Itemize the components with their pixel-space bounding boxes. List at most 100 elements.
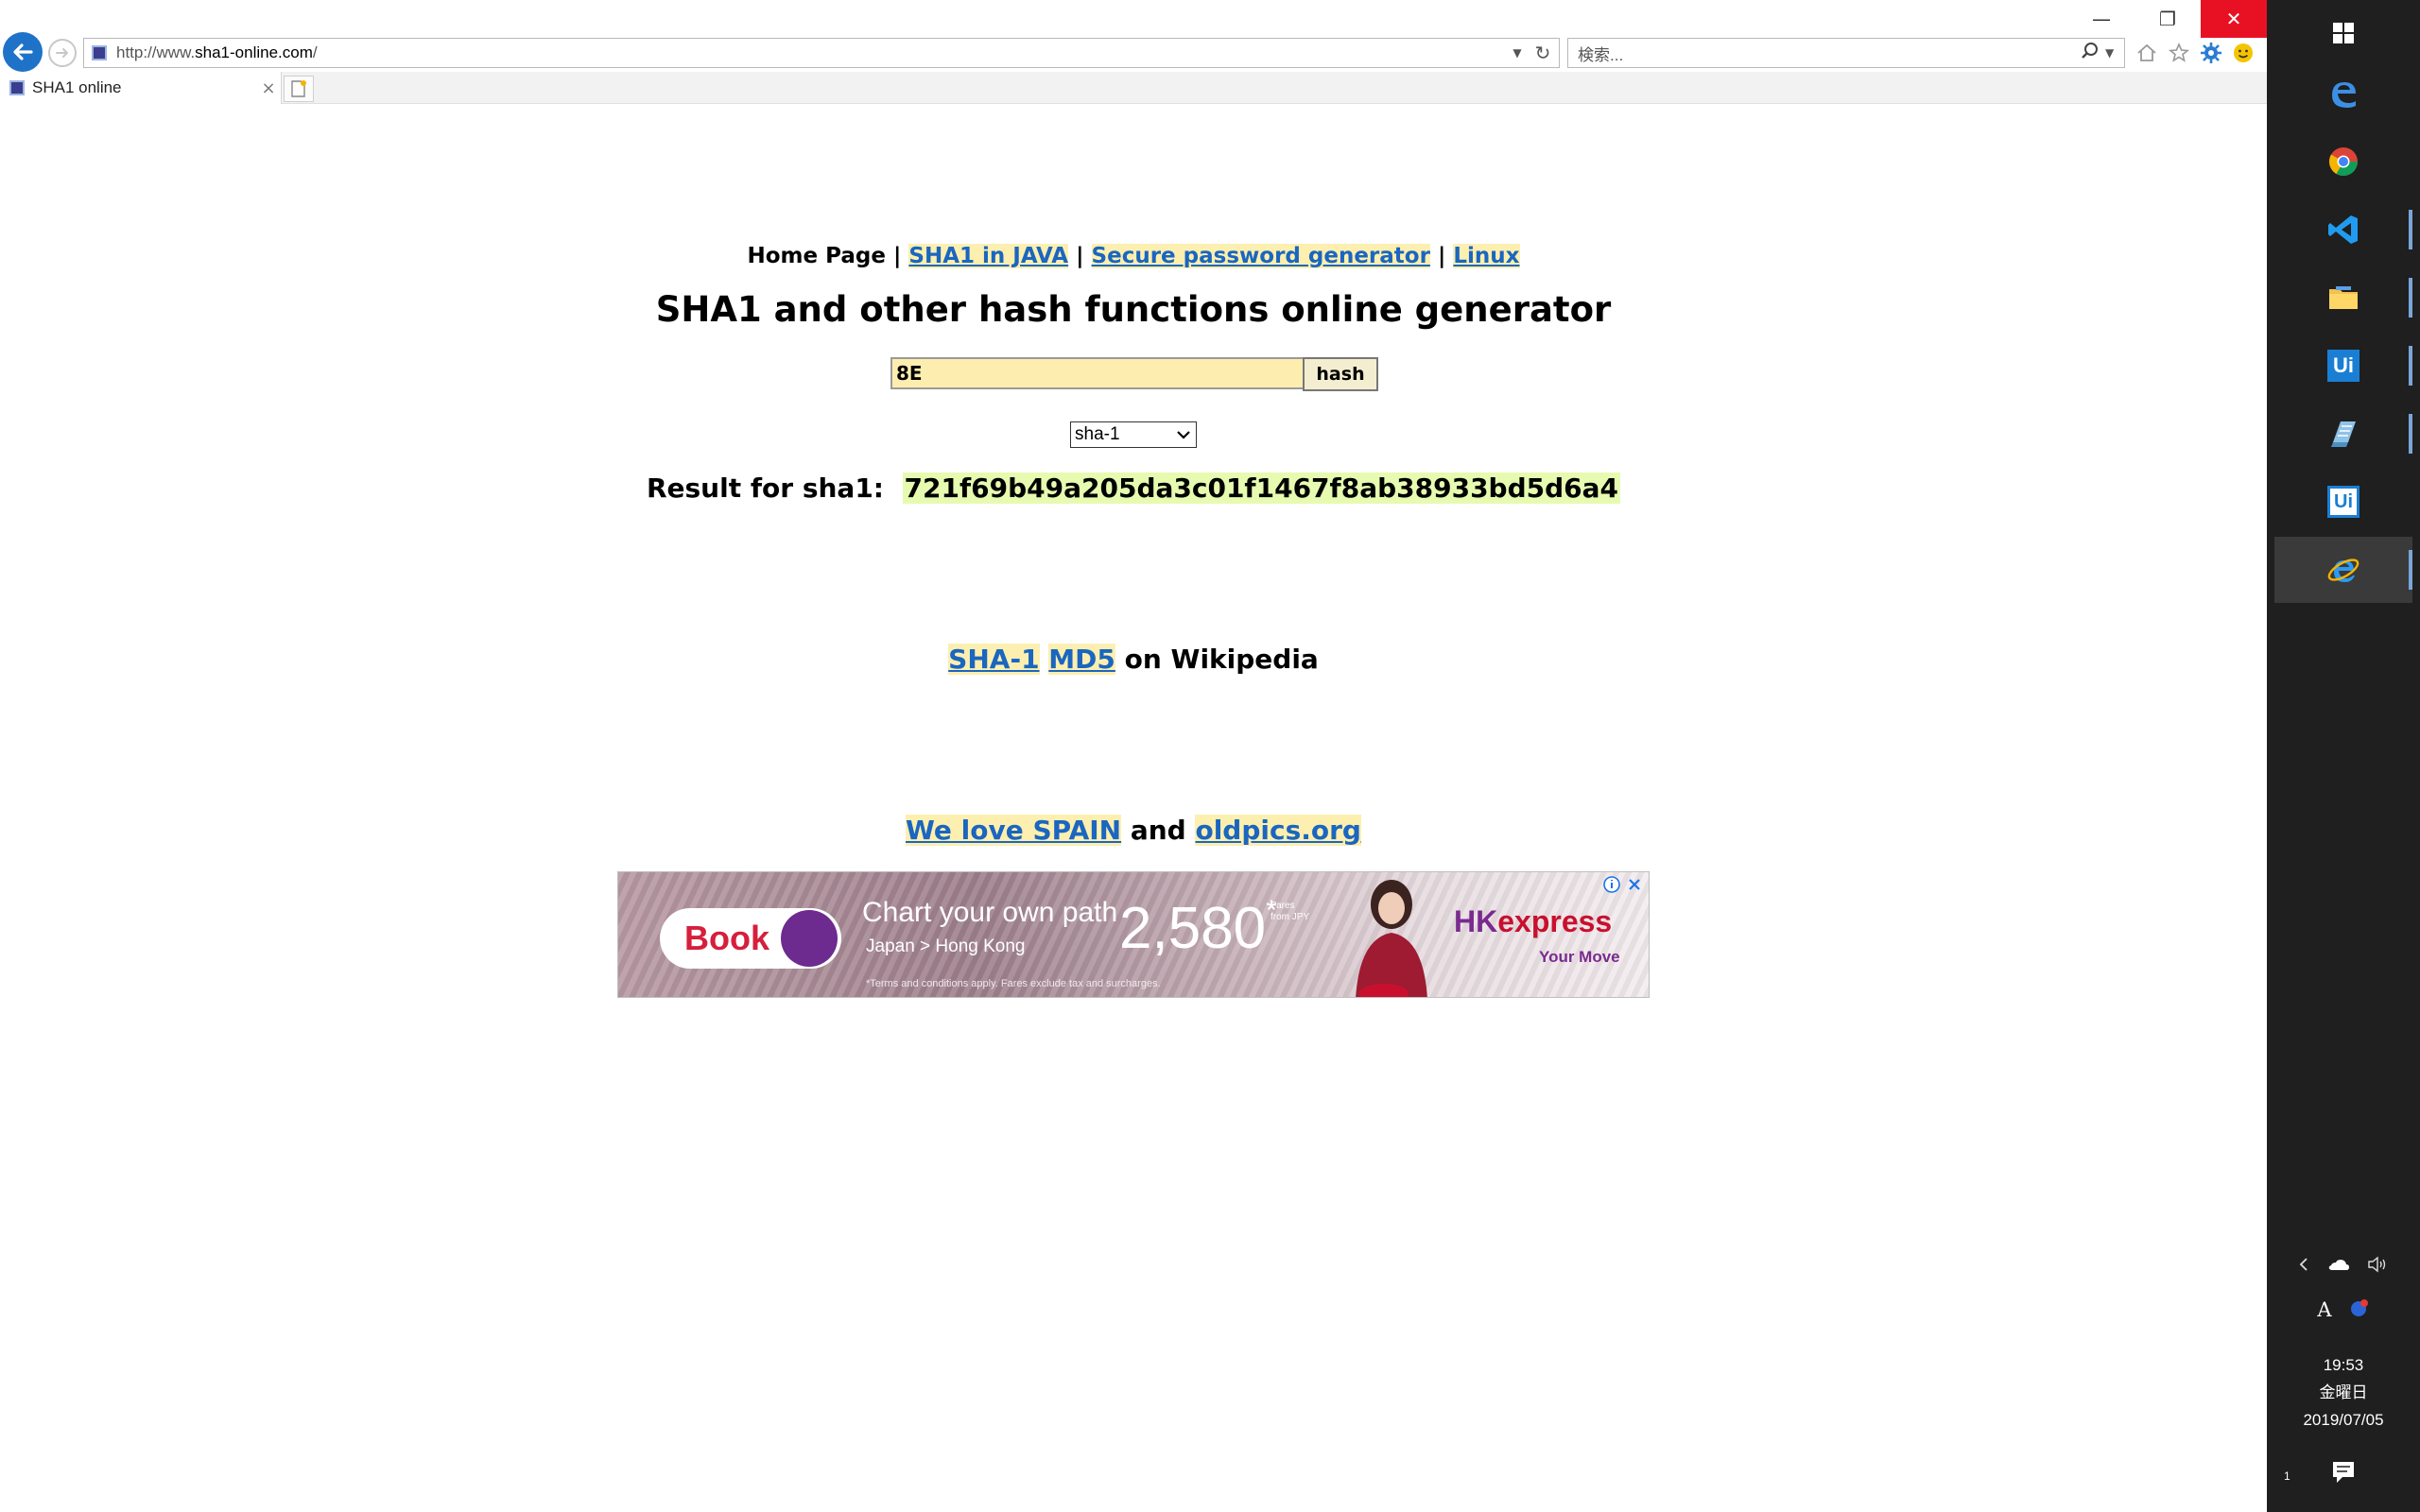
uipath-label: Ui <box>2334 490 2353 512</box>
ad-route: Japan > Hong Kong <box>866 936 1026 956</box>
taskbar-uipath-robot[interactable]: Ui <box>2274 469 2412 535</box>
uipath-label: Ui <box>2333 353 2354 377</box>
chevron-left-icon[interactable] <box>2297 1256 2310 1277</box>
ad-banner[interactable]: Book Chart your own path Japan > Hong Ko… <box>617 871 1650 998</box>
windows-logo-icon <box>2333 23 2354 43</box>
system-tray: A <box>2267 1247 2420 1329</box>
close-window-button[interactable]: ✕ <box>2201 0 2267 38</box>
ad-brand-express: express <box>1497 904 1613 938</box>
ad-info-icon[interactable] <box>1601 874 1622 895</box>
arrow-left-icon <box>13 43 33 60</box>
edge-icon <box>2332 82 2356 108</box>
ad-fares-line2: from JPY <box>1270 912 1310 922</box>
nav-separator: | <box>1437 244 1446 268</box>
hash-button[interactable]: hash <box>1303 357 1378 391</box>
running-indicator <box>2409 414 2412 454</box>
we-love-spain-link[interactable]: We love SPAIN <box>906 815 1122 846</box>
minimize-button[interactable]: — <box>2068 0 2135 38</box>
forward-button[interactable] <box>48 39 77 67</box>
arrow-right-icon <box>56 48 68 58</box>
result-line: Result for sha1: 721f69b49a205da3c01f146… <box>0 472 2267 504</box>
ad-close-icon[interactable] <box>1624 874 1645 895</box>
ad-tagline: Your Move <box>1539 948 1620 966</box>
linux-link[interactable]: Linux <box>1453 244 1520 268</box>
uipath-studio-icon: Ui <box>2327 350 2360 382</box>
browser-toolbar <box>2135 36 2256 70</box>
taskbar-uipath-studio[interactable]: Ui <box>2274 333 2412 399</box>
oldpics-link[interactable]: oldpics.org <box>1195 815 1361 846</box>
site-favicon-icon <box>92 45 107 60</box>
browser-chrome: — ❐ ✕ http://www.sha1-online.com/ ▼ ↻ 検索… <box>0 0 2267 104</box>
algorithm-select[interactable]: sha-1 <box>1070 421 1197 448</box>
address-dropdown-icon[interactable]: ▼ <box>1508 46 1527 60</box>
refresh-icon[interactable]: ↻ <box>1527 42 1559 64</box>
action-center-button[interactable] <box>2324 1453 2363 1491</box>
promo-and: and <box>1130 815 1186 846</box>
ad-price-value: 2,580 <box>1119 896 1267 961</box>
ad-fares-line1: Fares <box>1270 901 1295 911</box>
restore-button[interactable]: ❐ <box>2135 0 2201 38</box>
taskbar-notepad[interactable] <box>2274 401 2412 467</box>
web-page: Home Page | SHA1 in JAVA | Secure passwo… <box>0 104 2267 1512</box>
address-bar[interactable]: http://www.sha1-online.com/ ▼ ↻ <box>83 38 1560 68</box>
clock-date: 2019/07/05 <box>2303 1411 2384 1429</box>
search-dropdown-icon[interactable]: ▼ <box>2105 46 2124 60</box>
taskbar-file-explorer[interactable] <box>2274 265 2412 331</box>
password-generator-link[interactable]: Secure password generator <box>1091 244 1430 268</box>
hash-form: hash <box>890 357 1378 391</box>
ad-book-circle-icon <box>781 910 838 967</box>
md5-wikipedia-link[interactable]: MD5 <box>1048 644 1115 675</box>
tab-strip: SHA1 online × <box>0 72 2267 104</box>
taskbar-vscode[interactable] <box>2274 197 2412 263</box>
new-tab-icon <box>291 80 306 97</box>
new-tab-button[interactable] <box>284 76 314 102</box>
onedrive-cloud-icon[interactable] <box>2327 1257 2350 1276</box>
home-page-label: Home Page <box>747 244 886 268</box>
taskbar-edge[interactable] <box>2274 60 2412 127</box>
notification-icon <box>2333 1462 2354 1483</box>
result-label: Result for sha1: <box>646 472 884 504</box>
search-box[interactable]: 検索... ▼ <box>1567 38 2125 68</box>
tab-sha1-online[interactable]: SHA1 online × <box>0 72 282 104</box>
search-icon[interactable] <box>2081 42 2105 64</box>
ad-brand-hk: HK <box>1454 904 1498 938</box>
sha1-wikipedia-link[interactable]: SHA-1 <box>948 644 1040 675</box>
taskbar-clock[interactable]: 19:53 金曜日 2019/07/05 <box>2267 1351 2420 1434</box>
clock-day: 金曜日 <box>2319 1383 2368 1401</box>
vscode-icon <box>2328 215 2358 244</box>
ad-book-label: Book <box>684 919 769 957</box>
sha1-java-link[interactable]: SHA1 in JAVA <box>908 244 1069 268</box>
url-prefix: http://www. <box>116 43 196 61</box>
uipath-robot-icon: Ui <box>2327 486 2360 518</box>
ad-model-image <box>1356 880 1427 997</box>
home-icon[interactable] <box>2135 41 2159 65</box>
ime-mode-label[interactable]: A <box>2317 1298 2331 1321</box>
taskbar-internet-explorer[interactable] <box>2274 537 2412 603</box>
favorites-star-icon[interactable] <box>2167 41 2191 65</box>
taskbar-chrome[interactable] <box>2274 129 2412 195</box>
feedback-smiley-icon[interactable] <box>2231 41 2256 65</box>
site-favicon-icon <box>9 80 25 95</box>
window-controls: — ❐ ✕ <box>2068 0 2267 38</box>
promo-line: We love SPAIN and oldpics.org <box>0 815 2267 846</box>
tab-close-icon[interactable]: × <box>256 78 281 98</box>
running-indicator <box>2409 346 2412 386</box>
ad-book-button[interactable]: Book <box>660 908 841 969</box>
back-button[interactable] <box>3 32 43 72</box>
clock-time: 19:53 <box>2323 1356 2364 1374</box>
running-indicator <box>2409 550 2412 590</box>
ad-brand-logo: HKexpress <box>1454 904 1612 939</box>
ime-indicator-icon[interactable] <box>2349 1297 2370 1322</box>
running-indicator <box>2409 278 2412 318</box>
folder-icon <box>2329 286 2358 309</box>
internet-explorer-icon <box>2327 558 2360 582</box>
wikipedia-line: SHA-1 MD5 on Wikipedia <box>0 644 2267 675</box>
start-button[interactable] <box>2274 0 2412 66</box>
nav-separator: | <box>892 244 902 268</box>
windows-taskbar: Ui Ui A 19:53 金曜日 2019/07/05 <box>2267 0 2420 1512</box>
tab-title: SHA1 online <box>32 78 122 96</box>
address-url[interactable]: http://www.sha1-online.com/ <box>116 43 1508 62</box>
settings-gear-icon[interactable] <box>2199 41 2223 65</box>
hash-input[interactable] <box>890 357 1303 389</box>
volume-icon[interactable] <box>2367 1256 2390 1277</box>
